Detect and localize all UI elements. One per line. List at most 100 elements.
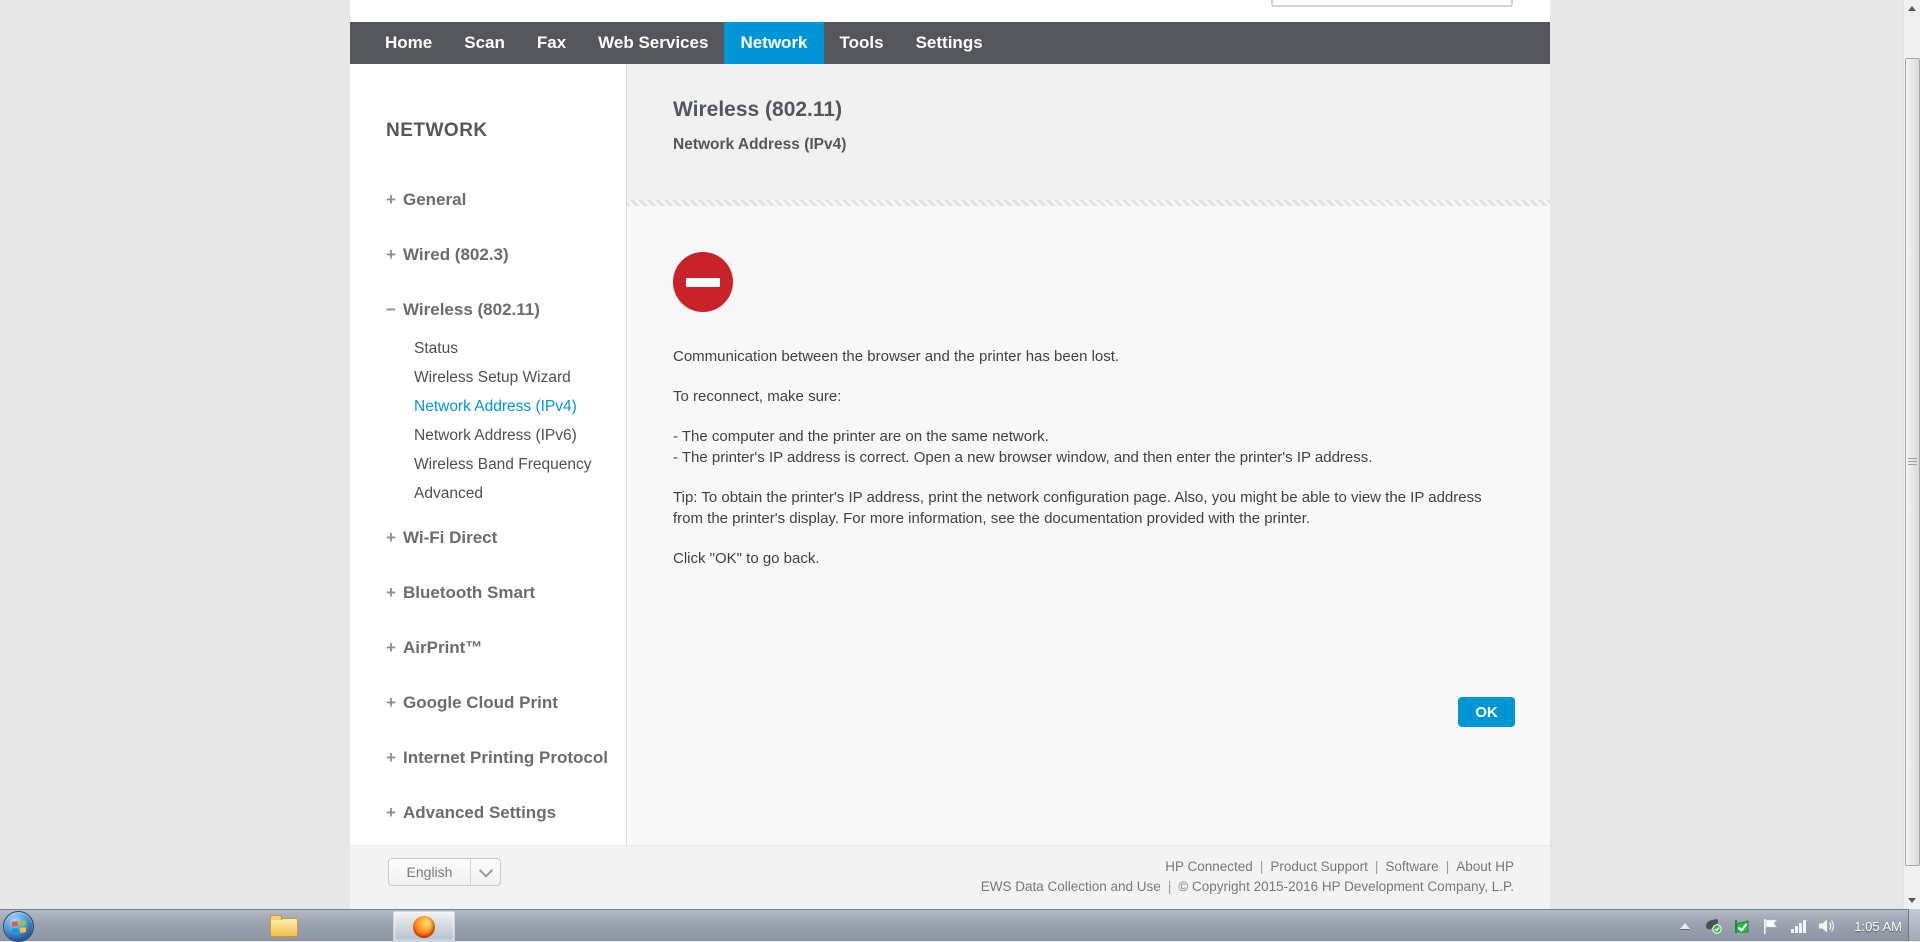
main-content: Wireless (802.11) Network Address (IPv4)… bbox=[627, 64, 1550, 845]
error-panel: Communication between the browser and th… bbox=[627, 206, 1550, 569]
expand-plus-icon: + bbox=[386, 528, 396, 547]
network-signal-icon[interactable] bbox=[1790, 919, 1807, 934]
link-ews-data-collection[interactable]: EWS Data Collection and Use bbox=[981, 879, 1161, 894]
tip-text: Tip: To obtain the printer's IP address,… bbox=[673, 489, 1482, 527]
firefox-taskbar-button[interactable] bbox=[393, 911, 455, 942]
closing-text: Click "OK" to go back. bbox=[673, 550, 820, 567]
system-tray: 1:05 AM bbox=[1677, 910, 1906, 942]
taskbar-clock[interactable]: 1:05 AM bbox=[1854, 919, 1902, 934]
tab-settings[interactable]: Settings bbox=[900, 22, 999, 64]
collapse-minus-icon: − bbox=[386, 300, 396, 319]
link-about-hp[interactable]: About HP bbox=[1456, 859, 1514, 874]
expand-plus-icon: + bbox=[386, 638, 396, 657]
top-strip bbox=[350, 0, 1550, 22]
sidebar-item-label: Advanced Settings bbox=[403, 803, 557, 822]
copyright-text: © Copyright 2015-2016 HP Development Com… bbox=[1178, 879, 1514, 894]
sidebar-subitem-wireless-setup-wizard[interactable]: Wireless Setup Wizard bbox=[414, 367, 626, 396]
search-input[interactable] bbox=[1271, 0, 1513, 7]
explorer-taskbar-button[interactable] bbox=[268, 914, 300, 939]
tab-home[interactable]: Home bbox=[369, 22, 448, 64]
checklist-item: - The computer and the printer are on th… bbox=[673, 428, 1049, 445]
separator: | bbox=[1374, 859, 1379, 874]
chevron-up-icon bbox=[1680, 923, 1691, 929]
language-dropdown-button[interactable] bbox=[471, 863, 500, 878]
show-desktop-button[interactable] bbox=[1908, 909, 1920, 941]
sidebar-item-label: Bluetooth Smart bbox=[403, 583, 536, 602]
action-center-flag-icon[interactable] bbox=[1762, 918, 1779, 935]
expand-plus-icon: + bbox=[386, 245, 396, 264]
windows-taskbar: 1:05 AM bbox=[0, 909, 1920, 942]
page-header: Wireless (802.11) Network Address (IPv4) bbox=[627, 64, 1550, 200]
sidebar-item-general[interactable]: + General bbox=[386, 190, 626, 245]
sidebar-item-wired[interactable]: + Wired (802.3) bbox=[386, 245, 626, 300]
wireless-submenu: Status Wireless Setup Wizard Network Add… bbox=[386, 338, 626, 512]
minus-bar bbox=[686, 278, 720, 287]
sidebar-item-airprint[interactable]: + AirPrint™ bbox=[386, 638, 626, 693]
sidebar: NETWORK + General + Wired (802.3) − Wireles… bbox=[350, 64, 627, 845]
sidebar-item-label: Wireless (802.11) bbox=[403, 300, 540, 319]
sidebar-item-label: General bbox=[403, 190, 467, 209]
separator: | bbox=[1445, 859, 1450, 874]
scroll-down-button[interactable] bbox=[1904, 892, 1920, 909]
footer-links-row: HP Connected | Product Support | Software | Ab… bbox=[981, 857, 1514, 877]
sidebar-subitem-advanced[interactable]: Advanced bbox=[414, 483, 626, 512]
page-title: Wireless (802.11) bbox=[673, 98, 843, 121]
start-button[interactable] bbox=[3, 911, 34, 942]
sidebar-subitem-status[interactable]: Status bbox=[414, 338, 626, 367]
vertical-scrollbar[interactable] bbox=[1903, 0, 1920, 909]
link-product-support[interactable]: Product Support bbox=[1270, 859, 1368, 874]
checklist-item: - The printer's IP address is correct. O… bbox=[673, 449, 1373, 466]
triangle-up-icon bbox=[1908, 6, 1916, 11]
error-message: Communication between the browser and th… bbox=[673, 348, 1120, 365]
minus-circle-icon bbox=[673, 252, 733, 312]
sidebar-item-wifi-direct[interactable]: + Wi-Fi Direct bbox=[386, 528, 626, 583]
sidebar-item-label: Wired (802.3) bbox=[403, 245, 509, 264]
sidebar-item-bluetooth-smart[interactable]: + Bluetooth Smart bbox=[386, 583, 626, 638]
separator: | bbox=[1259, 859, 1264, 874]
page-footer: English HP Connected | Product Support | Sof… bbox=[350, 845, 1550, 910]
expand-plus-icon: + bbox=[386, 803, 396, 822]
expand-plus-icon: + bbox=[386, 748, 396, 767]
sidebar-subitem-network-address-ipv6[interactable]: Network Address (IPv6) bbox=[414, 425, 626, 454]
language-select[interactable]: English bbox=[388, 858, 501, 886]
sidebar-item-wireless[interactable]: − Wireless (802.11) bbox=[386, 300, 626, 320]
sidebar-item-google-cloud-print[interactable]: + Google Cloud Print bbox=[386, 693, 626, 748]
sidebar-item-advanced-settings[interactable]: + Advanced Settings bbox=[386, 803, 626, 845]
show-hidden-icons-button[interactable] bbox=[1677, 916, 1693, 936]
sidebar-item-internet-printing-protocol[interactable]: + Internet Printing Protocol bbox=[386, 748, 626, 803]
ok-button[interactable]: OK bbox=[1458, 697, 1515, 727]
sidebar-item-label: Wi-Fi Direct bbox=[403, 528, 498, 547]
tab-fax[interactable]: Fax bbox=[521, 22, 582, 64]
footer-links: HP Connected | Product Support | Software | Ab… bbox=[981, 857, 1514, 897]
link-software[interactable]: Software bbox=[1385, 859, 1438, 874]
safely-remove-icon[interactable] bbox=[1733, 918, 1751, 935]
windows-logo-icon bbox=[11, 919, 26, 934]
folder-icon bbox=[270, 914, 298, 937]
link-hp-connected[interactable]: HP Connected bbox=[1165, 859, 1253, 874]
tab-web-services[interactable]: Web Services bbox=[582, 22, 724, 64]
expand-plus-icon: + bbox=[386, 190, 396, 209]
separator: | bbox=[1167, 879, 1172, 894]
sidebar-subitem-network-address-ipv4[interactable]: Network Address (IPv4) bbox=[414, 396, 626, 425]
sidebar-item-label: Google Cloud Print bbox=[403, 693, 558, 712]
body-row: NETWORK + General + Wired (802.3) − Wireles… bbox=[350, 64, 1550, 845]
tab-scan[interactable]: Scan bbox=[448, 22, 521, 64]
language-value: English bbox=[406, 864, 453, 880]
volume-icon[interactable] bbox=[1818, 918, 1837, 934]
tab-tools[interactable]: Tools bbox=[824, 22, 900, 64]
scrollbar-grip bbox=[1908, 458, 1917, 466]
scroll-up-button[interactable] bbox=[1904, 0, 1920, 17]
expand-plus-icon: + bbox=[386, 693, 396, 712]
scrollbar-thumb[interactable] bbox=[1905, 58, 1920, 866]
triangle-down-icon bbox=[1908, 898, 1916, 903]
reconnect-intro: To reconnect, make sure: bbox=[673, 388, 842, 405]
sidebar-item-label: AirPrint™ bbox=[403, 638, 483, 657]
sidebar-item-label: Internet Printing Protocol bbox=[403, 748, 608, 767]
reconnect-checklist: - The computer and the printer are on th… bbox=[673, 426, 1504, 468]
chevron-down-icon bbox=[478, 863, 493, 878]
expand-plus-icon: + bbox=[386, 583, 396, 602]
ews-page: Home Scan Fax Web Services Network Tools… bbox=[350, 0, 1550, 910]
device-icon[interactable] bbox=[1704, 918, 1722, 934]
tab-network[interactable]: Network bbox=[724, 22, 824, 64]
sidebar-subitem-wireless-band-frequency[interactable]: Wireless Band Frequency bbox=[414, 454, 626, 483]
